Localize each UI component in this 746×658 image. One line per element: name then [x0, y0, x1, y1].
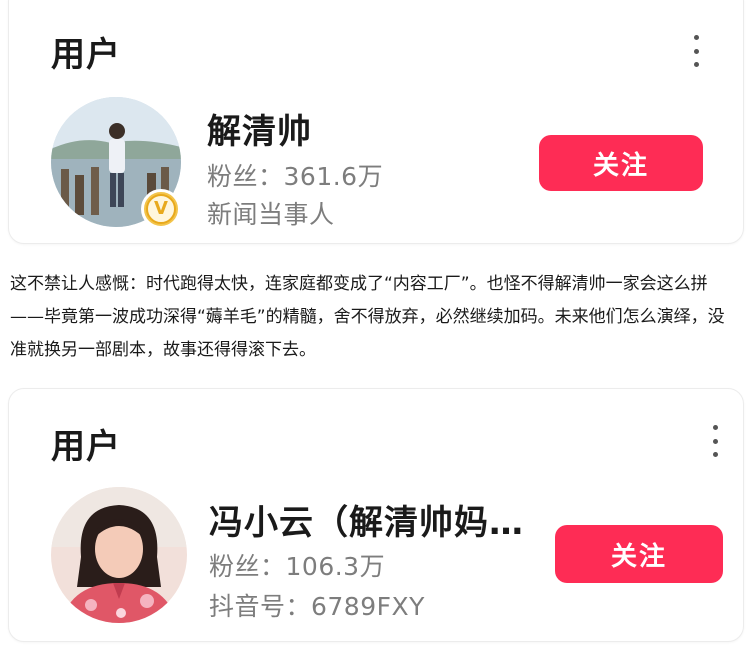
more-options-icon[interactable]: [705, 425, 725, 457]
user-name[interactable]: 解清帅: [207, 104, 312, 153]
followers-label: 粉丝：: [207, 162, 284, 191]
follow-button[interactable]: 关注: [555, 525, 723, 583]
verified-badge-icon: V: [141, 189, 181, 229]
avatar[interactable]: [51, 487, 187, 623]
followers-value: 106.3万: [285, 552, 386, 581]
article-paragraph: 这不禁让人感慨：时代跑得太快，连家庭都变成了“内容工厂”。也怪不得解清帅一家会这…: [10, 274, 725, 360]
card-heading: 用户: [51, 427, 121, 467]
more-options-icon[interactable]: [686, 35, 706, 67]
followers-label: 粉丝：: [209, 552, 286, 581]
follow-button[interactable]: 关注: [539, 135, 703, 191]
followers-value: 361.6万: [283, 162, 384, 191]
user-card-1[interactable]: 用户 V 解清帅 粉丝：361.6万 新闻当事人 关注: [8, 0, 744, 244]
user-name[interactable]: 冯小云（解清帅妈…: [209, 495, 524, 544]
follower-count: 粉丝：106.3万: [209, 547, 385, 583]
user-subtitle: 新闻当事人: [207, 200, 335, 229]
user-card-2[interactable]: 用户 冯小云（解清帅妈… 粉丝：106.3万 抖音号：6789FXY 关注: [8, 388, 744, 642]
follower-count: 粉丝：361.6万: [207, 157, 383, 193]
card-heading: 用户: [51, 35, 121, 75]
verified-mark: V: [146, 194, 176, 224]
user-subtitle: 抖音号：6789FXY: [209, 592, 425, 621]
avatar-photo: [51, 487, 187, 623]
